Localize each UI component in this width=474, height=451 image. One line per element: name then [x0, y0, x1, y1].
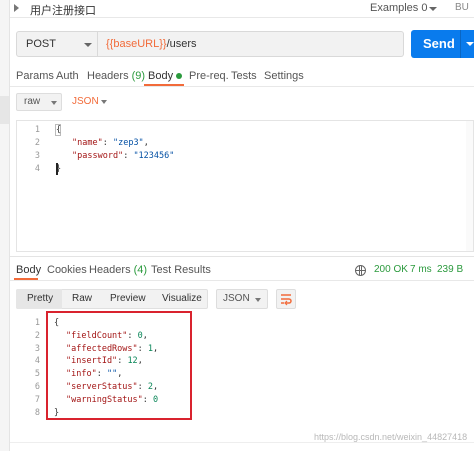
line-number: 2 — [34, 330, 40, 341]
send-divider — [460, 30, 461, 58]
line-number: 3 — [34, 151, 40, 161]
sidebar-edge-block — [0, 96, 9, 124]
tab-label: Headers — [87, 70, 129, 82]
response-tab-cookies[interactable]: Cookies — [47, 264, 87, 276]
body-format-select[interactable]: JSON — [72, 96, 99, 107]
tab-label: Body — [16, 264, 42, 276]
json-bracket: { — [56, 125, 62, 135]
line-number: 6 — [34, 382, 40, 392]
wrap-lines-button[interactable] — [276, 289, 296, 309]
tab-auth[interactable]: Auth — [56, 70, 79, 82]
response-format-select[interactable]: JSON — [216, 289, 268, 309]
tab-label: Cookies — [47, 264, 87, 276]
tabs-divider — [10, 86, 474, 87]
line-number: 5 — [34, 369, 40, 380]
response-tab-headers[interactable]: Headers (4) — [89, 264, 147, 276]
wrap-lines-icon — [281, 294, 292, 306]
chevron-down-icon — [84, 43, 92, 47]
response-time[interactable]: 7 ms — [410, 264, 432, 275]
body-type-value: raw — [24, 96, 41, 107]
line-number: 1 — [34, 318, 40, 328]
tab-label: Test Results — [151, 264, 211, 276]
code-line: "password": "123456" — [72, 150, 174, 163]
response-format-value: JSON — [223, 293, 250, 304]
url-value: {{baseURL}}/users — [106, 38, 197, 50]
chevron-down-icon[interactable] — [429, 7, 437, 11]
tab-count: (9) — [131, 70, 146, 82]
json-key: "password" — [72, 151, 124, 161]
tabs-divider — [10, 280, 474, 281]
json-key: "name" — [72, 138, 103, 148]
footer-divider — [10, 442, 474, 443]
tab-settings[interactable]: Settings — [264, 70, 304, 82]
tab-headers[interactable]: Headers (9) — [87, 70, 145, 82]
examples-label: Examples — [370, 2, 419, 14]
examples-dropdown[interactable]: Examples 0 — [370, 2, 427, 14]
tab-count: (4) — [133, 264, 148, 276]
examples-count: 0 — [421, 2, 428, 14]
line-number: 7 — [34, 394, 40, 405]
view-pretty-button[interactable]: Pretty — [27, 293, 53, 304]
json-value: "zep3" — [112, 138, 144, 148]
tab-pre-request[interactable]: Pre-req. — [189, 70, 229, 82]
collapse-caret-icon[interactable] — [14, 4, 19, 12]
url-input[interactable]: {{baseURL}}/users — [98, 31, 404, 57]
url-variable: {{baseURL}} — [106, 38, 167, 50]
tab-body[interactable]: Body — [148, 70, 183, 82]
line-number: 4 — [34, 164, 40, 174]
tab-label: Body — [148, 70, 174, 82]
line-number: 4 — [34, 356, 40, 367]
watermark: https://blog.csdn.net/weixin_44827418 — [314, 432, 468, 442]
method-select[interactable]: POST — [16, 31, 98, 57]
annotation-highlight-box — [46, 311, 192, 420]
text-cursor — [56, 163, 58, 175]
send-options-chevron-icon[interactable] — [466, 42, 474, 46]
response-tab-test-results[interactable]: Test Results — [151, 264, 211, 276]
line-number: 8 — [34, 407, 40, 418]
editor-scrollbar[interactable] — [466, 121, 473, 251]
tab-label: Pre-req. — [189, 70, 229, 82]
code-line: "name": "zep3", — [72, 137, 149, 150]
line-number: 3 — [34, 343, 40, 354]
response-tab-body[interactable]: Body — [16, 264, 41, 276]
view-visualize-button[interactable]: Visualize — [162, 293, 202, 304]
request-title-bar: 用户注册接口 Examples 0 BU — [10, 0, 474, 18]
response-size[interactable]: 239 B — [437, 264, 463, 275]
globe-icon-equator — [355, 270, 366, 271]
json-colon: : — [102, 138, 113, 148]
method-value: POST — [26, 38, 56, 50]
view-raw-button[interactable]: Raw — [72, 293, 92, 304]
json-colon: : — [123, 151, 134, 161]
tab-params[interactable]: Params — [16, 70, 54, 82]
request-name[interactable]: 用户注册接口 — [30, 2, 96, 18]
chevron-down-icon — [255, 298, 261, 302]
left-sidebar-edge — [0, 0, 10, 451]
url-path: /users — [166, 38, 197, 50]
tab-label: Params — [16, 70, 54, 82]
body-type-select[interactable]: raw — [16, 93, 62, 111]
chevron-down-icon — [51, 101, 57, 105]
tab-label: Settings — [264, 70, 304, 82]
view-preview-button[interactable]: Preview — [110, 293, 146, 304]
body-indicator-dot-icon — [176, 73, 183, 80]
line-number: 2 — [34, 138, 40, 148]
send-button[interactable]: Send — [411, 30, 474, 58]
line-number: 1 — [34, 125, 40, 135]
tab-label: Headers — [89, 264, 131, 276]
send-label: Send — [423, 36, 455, 51]
json-comma: , — [143, 138, 149, 148]
code-line: { — [56, 124, 61, 137]
tab-tests[interactable]: Tests — [231, 70, 257, 82]
build-tab-fragment[interactable]: BU — [455, 2, 469, 13]
tab-label: Tests — [231, 70, 257, 82]
tab-label: Auth — [56, 70, 79, 82]
status-code[interactable]: 200 OK — [374, 264, 408, 275]
json-value: "123456" — [133, 151, 175, 161]
pane-divider[interactable] — [10, 256, 474, 257]
chevron-down-icon[interactable] — [101, 100, 107, 104]
